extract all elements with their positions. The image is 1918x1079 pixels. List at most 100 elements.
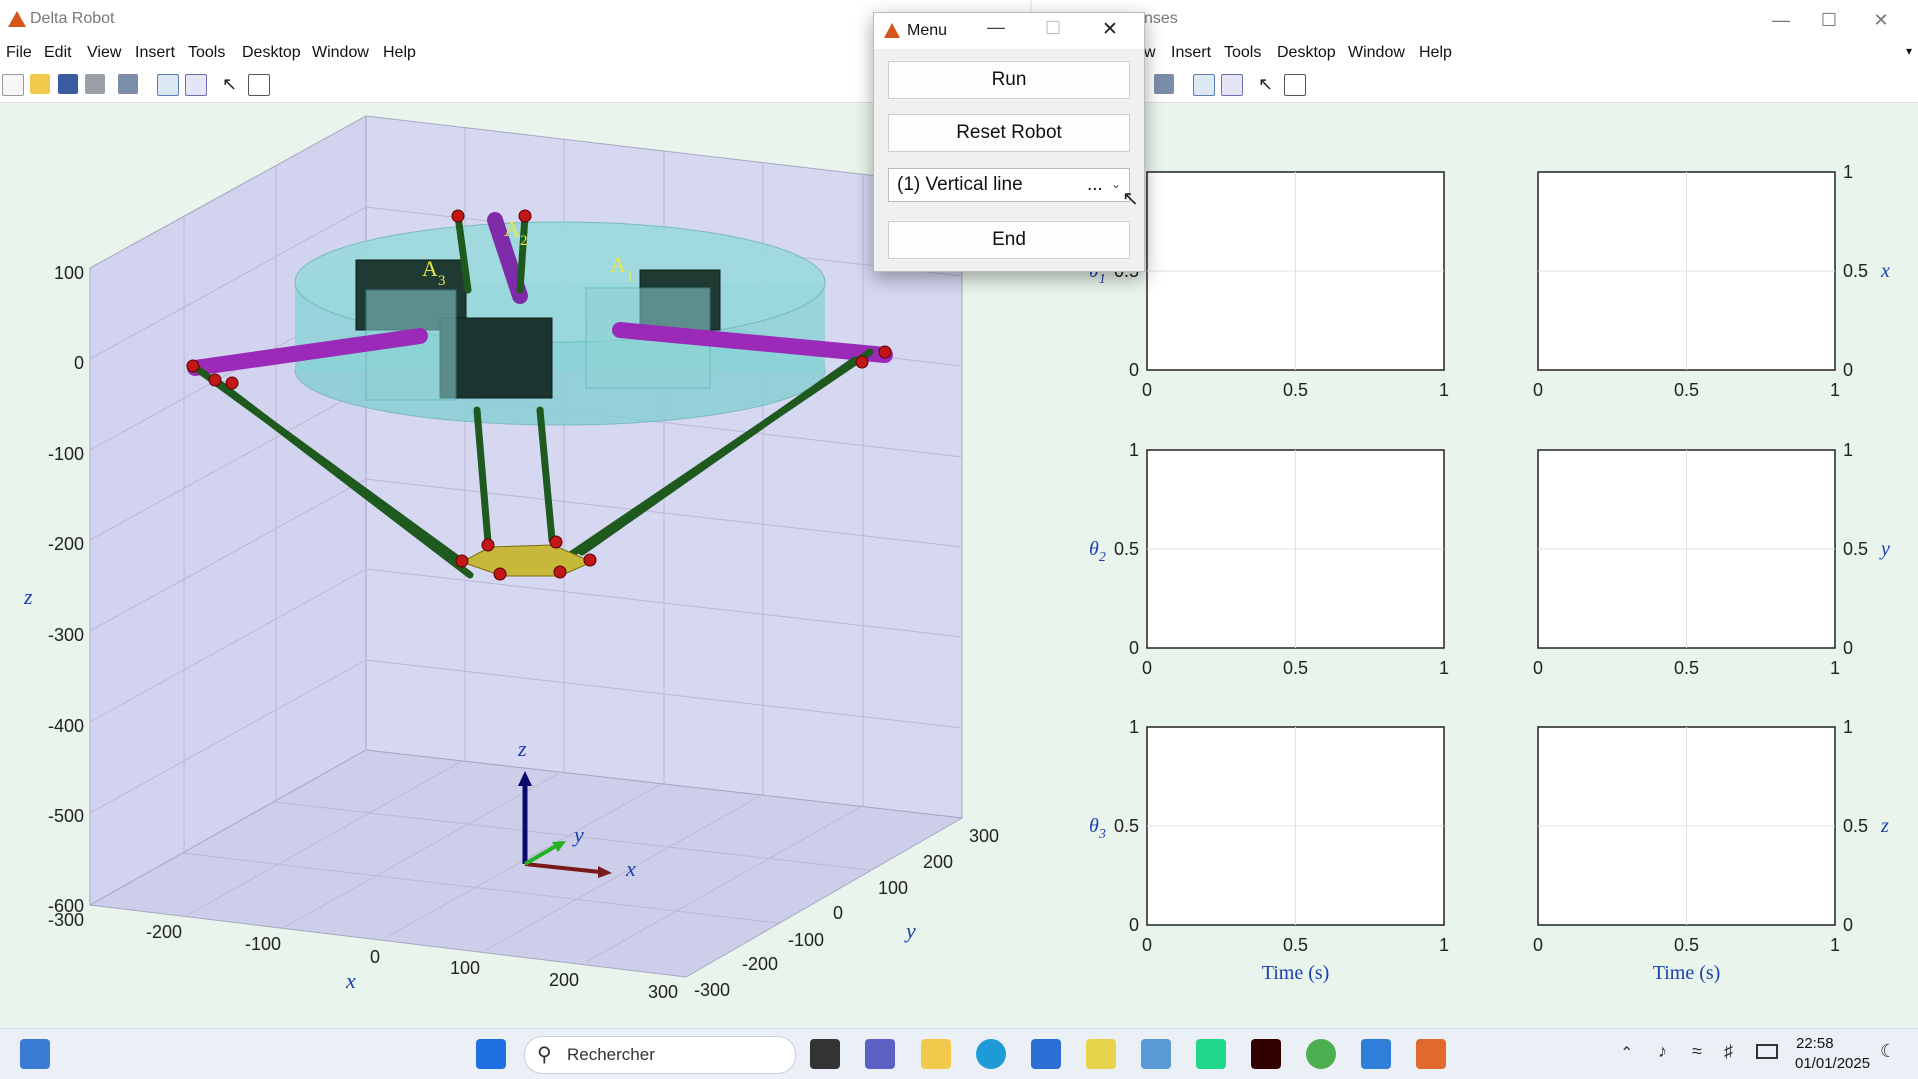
pointer-icon[interactable]: ↖ [222, 74, 242, 94]
sticky-notes-icon[interactable] [1086, 1039, 1116, 1069]
file-explorer-icon[interactable] [921, 1039, 951, 1069]
insert-colorbar-icon[interactable] [185, 74, 207, 96]
menu-help[interactable]: Help [1419, 44, 1452, 62]
teams-icon[interactable] [865, 1039, 895, 1069]
chrome-icon[interactable] [1306, 1039, 1336, 1069]
property-editor-icon[interactable] [248, 74, 270, 96]
search-box[interactable]: ⚲ Rechercher [524, 1036, 796, 1074]
maximize-icon: ☐ [1045, 18, 1062, 38]
y-tick-label: 0 [1129, 915, 1139, 935]
run-button[interactable]: Run [888, 61, 1130, 99]
edge-icon[interactable] [976, 1039, 1006, 1069]
y-tick-label: 1 [1843, 717, 1853, 737]
y-tick: 0 [833, 903, 843, 923]
y-tick-label: 0 [1843, 360, 1853, 380]
x-tick: 100 [450, 958, 480, 978]
position-label: z [1880, 815, 1889, 837]
frame-label-z: z [517, 736, 527, 761]
print-icon[interactable] [85, 74, 105, 94]
notifications-icon[interactable]: ☾ [1880, 1041, 1896, 1062]
x-tick-label: 0.5 [1283, 935, 1308, 955]
link-plot-icon[interactable] [157, 74, 179, 96]
dialog-titlebar: Menu — ☐ ✕ [874, 13, 1144, 49]
window-title: nses [1144, 10, 1178, 27]
matlab-taskbar-icon[interactable] [1416, 1039, 1446, 1069]
store-icon[interactable] [1031, 1039, 1061, 1069]
x-tick: -200 [146, 922, 182, 942]
y-tick-label: 1 [1129, 717, 1139, 737]
maximize-icon[interactable]: ☐ [1806, 6, 1852, 34]
mail-icon[interactable] [1361, 1039, 1391, 1069]
y-tick-label: 1 [1129, 440, 1139, 460]
y-tick: -300 [694, 980, 730, 1000]
search-placeholder: Rechercher [567, 1045, 655, 1064]
menu-insert[interactable]: Insert [1171, 44, 1211, 62]
expand-toolbar-icon[interactable]: ▾ [1906, 44, 1912, 58]
menu-window[interactable]: Window [312, 44, 369, 62]
pointer-icon[interactable]: ↖ [1258, 74, 1278, 94]
property-editor-icon[interactable] [1284, 74, 1306, 96]
volume-icon[interactable]: ♯ [1724, 1041, 1733, 1062]
frame-label-x: x [625, 856, 636, 881]
y-tick-label: 1 [1843, 440, 1853, 460]
search-icon: ⚲ [537, 1044, 552, 1066]
time-axis-label: Time (s) [1653, 962, 1721, 984]
pycharm-icon[interactable] [1196, 1039, 1226, 1069]
menu-desktop[interactable]: Desktop [242, 44, 301, 62]
menu-help[interactable]: Help [383, 44, 416, 62]
figure-toolbar: ↖ [1032, 66, 1918, 103]
x-tick-label: 0 [1142, 935, 1152, 955]
new-file-icon[interactable] [2, 74, 24, 96]
clock-time[interactable]: 22:58 [1796, 1035, 1834, 1052]
x-tick: 300 [648, 982, 678, 1002]
responses-figure-area: 00.5100.51θ100.5100.51x00.5100.51θ200.51… [1032, 103, 1918, 1028]
task-view-icon[interactable] [810, 1039, 840, 1069]
theta-label: θ3 [1089, 815, 1106, 842]
minimize-icon[interactable]: — [1758, 6, 1804, 34]
microphone-icon[interactable]: ♪ [1658, 1041, 1667, 1062]
menu-insert[interactable]: Insert [135, 44, 175, 62]
menu-edit[interactable]: Edit [44, 44, 72, 62]
link-plot-icon[interactable] [1193, 74, 1215, 96]
menu-window[interactable]: Window [1348, 44, 1405, 62]
position-label: y [1879, 538, 1890, 560]
widgets-icon[interactable] [20, 1039, 50, 1069]
menu-tools[interactable]: Tools [188, 44, 225, 62]
menu-tools[interactable]: Tools [1224, 44, 1261, 62]
menu-view-partial[interactable]: w [1144, 44, 1156, 62]
x-tick-label: 0 [1142, 380, 1152, 400]
x-tick-label: 1 [1830, 935, 1840, 955]
wifi-icon[interactable]: ≈ [1692, 1041, 1702, 1062]
window-title: Delta Robot [30, 10, 115, 27]
x-tick-label: 0.5 [1674, 380, 1699, 400]
save-icon[interactable] [58, 74, 78, 94]
open-folder-icon[interactable] [30, 74, 50, 94]
start-icon[interactable] [476, 1039, 506, 1069]
arm-label-a3: A [422, 256, 438, 281]
menu-desktop[interactable]: Desktop [1277, 44, 1336, 62]
illustrator-icon[interactable] [1251, 1039, 1281, 1069]
clock-date[interactable]: 01/01/2025 [1795, 1055, 1870, 1072]
insert-colorbar-icon[interactable] [1221, 74, 1243, 96]
print-preview-icon[interactable] [1154, 74, 1174, 94]
arm-label-a3-sub: 3 [438, 273, 446, 289]
chevron-up-icon[interactable]: ⌃ [1620, 1043, 1633, 1063]
y-axis-label: y [904, 918, 916, 943]
close-icon[interactable]: ✕ [1858, 6, 1904, 34]
battery-icon[interactable] [1756, 1044, 1778, 1059]
end-button[interactable]: End [888, 221, 1130, 259]
minimize-icon[interactable]: — [987, 17, 1005, 38]
y-tick-label: 1 [1843, 162, 1853, 182]
print-preview-icon[interactable] [118, 74, 138, 94]
responses-plots[interactable]: 00.5100.51θ100.5100.51x00.5100.51θ200.51… [1032, 103, 1918, 1028]
z-tick: -100 [48, 444, 84, 464]
close-icon[interactable]: ✕ [1102, 18, 1118, 41]
responses-window: nses — ☐ ✕ w Insert Tools Desktop Window… [1032, 0, 1918, 1028]
x-tick-label: 0 [1533, 935, 1543, 955]
snipping-tool-icon[interactable] [1141, 1039, 1171, 1069]
trajectory-select[interactable]: (1) Vertical line ... ⌄ [888, 168, 1130, 202]
menu-file[interactable]: File [6, 44, 32, 62]
z-tick-labels: 100 0 -100 -200 -300 -400 -500 -600 [48, 263, 84, 916]
menu-view[interactable]: View [87, 44, 121, 62]
reset-robot-button[interactable]: Reset Robot [888, 114, 1130, 152]
